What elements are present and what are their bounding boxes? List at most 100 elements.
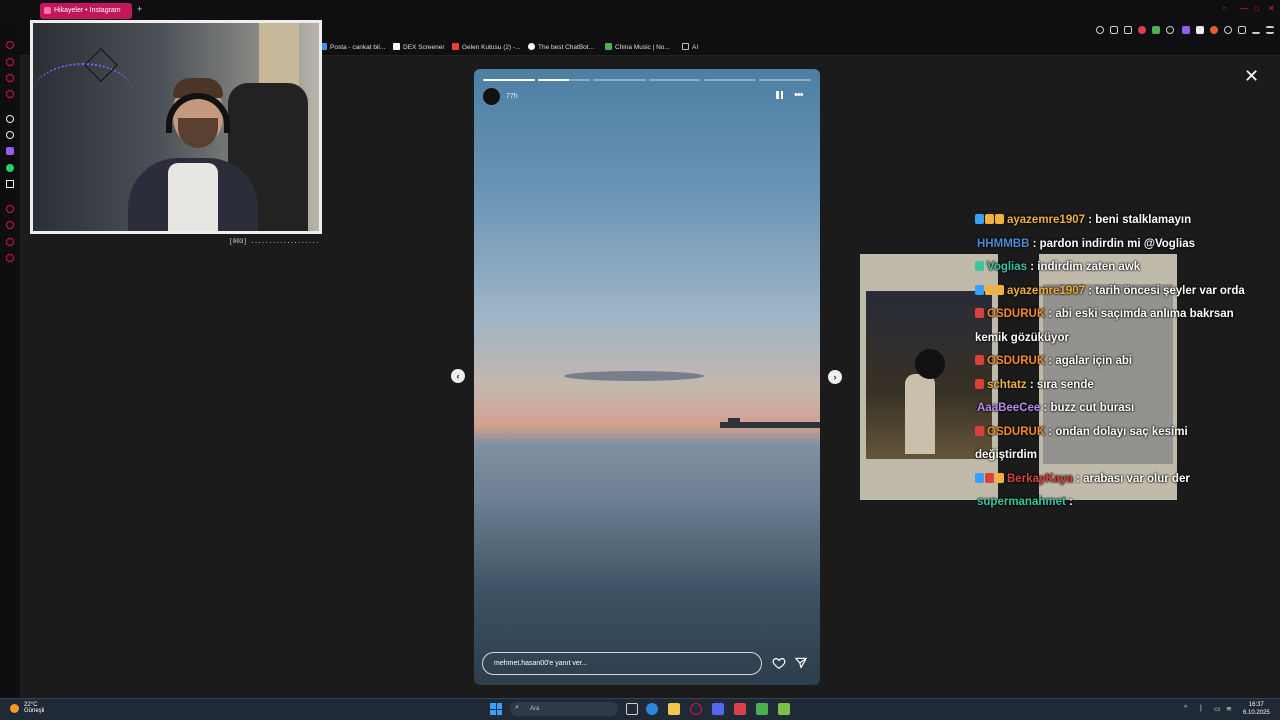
close-window-icon[interactable]: ✕ <box>1268 4 1275 13</box>
chat-username[interactable]: BerkayKaya <box>1007 473 1073 485</box>
progress-segment <box>483 79 536 81</box>
maximize-icon[interactable]: □ <box>1254 4 1259 13</box>
chat-username[interactable]: OSDURUK <box>987 308 1045 320</box>
chat-username[interactable]: HHMMBB <box>977 238 1029 250</box>
chat-badge-icon <box>975 425 984 436</box>
send-icon[interactable] <box>794 656 808 670</box>
story-time: 77h <box>506 93 518 100</box>
taskbar-search[interactable]: Ara <box>510 702 618 716</box>
next-story-button[interactable]: › <box>828 370 842 384</box>
play-extension-icon[interactable] <box>1152 26 1160 34</box>
windows-start-icon[interactable] <box>490 703 502 715</box>
chat-message: OSDURUK : agalar için abi <box>975 350 1245 374</box>
bookmark-item[interactable]: DEX Screener <box>393 43 445 51</box>
discord-icon[interactable] <box>712 703 724 715</box>
cube-icon[interactable] <box>6 221 14 229</box>
story-progress <box>483 79 812 81</box>
previous-story-button[interactable]: ‹ <box>451 369 465 383</box>
webcam-caption: [003] ................... <box>229 238 320 245</box>
chat-message: BerkayKaya : arabası var olur der <box>975 468 1245 492</box>
story-avatar[interactable] <box>483 88 500 105</box>
bookmark-icon[interactable] <box>6 74 14 82</box>
story-preview-avatar <box>915 349 945 379</box>
history-icon[interactable] <box>6 41 14 49</box>
heart-icon[interactable] <box>772 656 786 670</box>
chat-username[interactable]: supermanahmet <box>977 496 1066 508</box>
settings-icon[interactable] <box>6 254 14 262</box>
app-icon[interactable] <box>778 703 790 715</box>
chat-username[interactable]: OSDURUK <box>987 426 1045 438</box>
story-viewer[interactable]: 77h ••• mehmet.hasan00'e yanıt ver... <box>474 69 820 685</box>
screenshot-icon[interactable] <box>1124 26 1132 34</box>
taskbar <box>0 698 1280 720</box>
chat-text: : <box>1065 496 1073 508</box>
extension-icon[interactable] <box>1182 26 1190 34</box>
chat-username[interactable]: ayazemre1907 <box>1007 214 1085 226</box>
extension-icon[interactable] <box>1196 26 1204 34</box>
menu-icon[interactable] <box>1266 26 1274 34</box>
aria-icon[interactable] <box>6 115 14 123</box>
zoom-icon[interactable] <box>1096 26 1104 34</box>
chatgpt-icon[interactable] <box>6 131 14 139</box>
app-icon[interactable] <box>734 703 746 715</box>
home-icon[interactable] <box>6 58 14 66</box>
minimize-icon[interactable]: — <box>1240 4 1248 13</box>
reply-input[interactable]: mehmet.hasan00'e yanıt ver... <box>482 652 762 675</box>
task-view-icon[interactable] <box>626 703 638 715</box>
clock-icon[interactable] <box>6 205 14 213</box>
chat-message: Voglias : indirdim zaten awk <box>975 256 1245 280</box>
bookmark-item[interactable]: Gelen Kutusu (2) -... <box>452 43 521 51</box>
record-icon[interactable] <box>1138 26 1146 34</box>
x-icon[interactable] <box>6 180 14 188</box>
tab-title: Hikayeler • Instagram <box>54 7 121 14</box>
chat-username[interactable]: Voglias <box>987 261 1027 273</box>
file-explorer-icon[interactable] <box>668 703 680 715</box>
profile-icon[interactable] <box>1238 26 1246 34</box>
chat-badge-icon <box>995 284 1004 295</box>
bookmark-item[interactable]: The best ChatBot... <box>528 43 594 51</box>
clock-time: 16:37 <box>1248 702 1264 708</box>
twitch-icon[interactable] <box>6 147 14 155</box>
bookmark-item[interactable]: China Music | No... <box>605 43 670 51</box>
box-icon[interactable] <box>6 238 14 246</box>
monitor-icon[interactable]: ▭ <box>1214 705 1221 713</box>
new-tab-button[interactable]: + <box>137 4 142 14</box>
tab-instagram-stories[interactable]: Hikayeler • Instagram <box>40 3 132 19</box>
chat-username[interactable]: AaaBeeCee <box>977 402 1040 414</box>
progress-segment <box>648 79 701 81</box>
bookmark-item[interactable]: Posta - cankat bil... <box>320 43 385 51</box>
edge-icon[interactable] <box>646 703 658 715</box>
chat-username[interactable]: ayazemre1907 <box>1007 285 1085 297</box>
chat-message: OSDURUK : ondan dolayı saç kesimi değişt… <box>975 421 1245 468</box>
whatsapp-icon[interactable] <box>6 164 14 172</box>
chat-text: : sıra sende <box>1026 378 1094 391</box>
more-options-icon[interactable]: ••• <box>794 89 804 101</box>
chat-badge-icon <box>975 308 984 318</box>
weather-icon[interactable] <box>10 704 19 713</box>
search-placeholder: Ara <box>530 706 540 712</box>
chat-text: : pardon indirdin mi @Voglias <box>1029 237 1196 250</box>
weather-widget[interactable]: 22°C Güneşli <box>24 702 44 714</box>
microphone-icon[interactable]: | <box>1200 705 1202 712</box>
opera-icon[interactable] <box>690 703 702 715</box>
messenger-icon[interactable] <box>6 90 14 98</box>
chat-text: : arabası var olur der <box>1072 472 1190 485</box>
download-icon[interactable] <box>1252 26 1260 34</box>
pause-icon[interactable] <box>776 91 784 101</box>
bookmark-folder[interactable]: AI <box>682 43 698 51</box>
wifi-icon[interactable]: ≋ <box>1226 705 1232 713</box>
search-icon[interactable]: ○ <box>1222 4 1227 13</box>
chevron-up-icon[interactable]: ^ <box>1184 705 1187 712</box>
heart-extension-icon[interactable] <box>1166 26 1174 34</box>
extension-icon[interactable] <box>1210 26 1218 34</box>
app-icon[interactable] <box>756 703 768 715</box>
chat-text: : beni stalklamayın <box>1085 214 1192 226</box>
chat-username[interactable]: schtatz <box>987 379 1027 391</box>
chat-username[interactable]: OSDURUK <box>987 355 1045 367</box>
extensions-icon[interactable] <box>1224 26 1232 34</box>
taskbar-clock[interactable]: 16:37 6.10.2025 <box>1243 701 1270 717</box>
progress-segment <box>758 79 812 81</box>
shield-icon[interactable] <box>1110 26 1118 34</box>
chat-badge-icon <box>975 261 984 271</box>
close-icon[interactable]: ✕ <box>1244 66 1259 87</box>
